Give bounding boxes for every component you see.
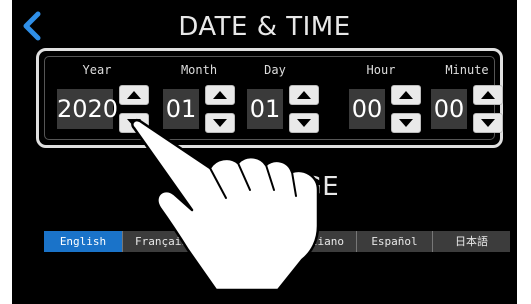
month-down-button[interactable]: [205, 113, 235, 133]
minute-label: Minute: [445, 63, 489, 77]
settings-screen: DATE & TIME Year 2020 Month 01 Day 01 Ho…: [12, 0, 517, 304]
month-value: 01: [163, 89, 199, 129]
page-title: DATE & TIME: [178, 12, 351, 42]
year-up-button[interactable]: [119, 85, 149, 105]
language-option-francais[interactable]: Français: [123, 231, 201, 252]
minute-up-button[interactable]: [473, 85, 503, 105]
pointing-hand-icon: [131, 119, 320, 292]
date-time-panel: Year 2020 Month 01 Day 01 Hour 00 Minute…: [36, 48, 503, 148]
arrow-down-icon: [127, 119, 141, 127]
language-option-deutsch[interactable]: Deutsch: [201, 231, 279, 252]
language-option-italiano[interactable]: Italiano: [279, 231, 357, 252]
day-down-button[interactable]: [289, 113, 319, 133]
language-selector: English Français Deutsch Italiano Españo…: [44, 231, 510, 252]
minute-down-button[interactable]: [473, 113, 503, 133]
language-title: LANGUAGE: [189, 172, 340, 202]
arrow-up-icon: [481, 91, 495, 99]
year-value: 2020: [57, 89, 118, 129]
arrow-up-icon: [213, 91, 227, 99]
year-label: Year: [82, 63, 112, 77]
arrow-down-icon: [481, 119, 495, 127]
day-up-button[interactable]: [289, 85, 319, 105]
language-option-japanese[interactable]: 日本語: [433, 231, 510, 252]
day-label: Day: [264, 63, 286, 77]
day-value: 01: [247, 89, 283, 129]
hour-down-button[interactable]: [391, 113, 421, 133]
hour-label: Hour: [366, 63, 396, 77]
month-label: Month: [180, 63, 218, 77]
hour-up-button[interactable]: [391, 85, 421, 105]
month-up-button[interactable]: [205, 85, 235, 105]
arrow-down-icon: [297, 119, 311, 127]
arrow-down-icon: [399, 119, 413, 127]
arrow-up-icon: [297, 91, 311, 99]
hour-value: 00: [349, 89, 385, 129]
year-down-button[interactable]: [119, 113, 149, 133]
arrow-down-icon: [213, 119, 227, 127]
minute-value: 00: [431, 89, 467, 129]
language-option-espanol[interactable]: Español: [357, 231, 433, 252]
language-option-english[interactable]: English: [44, 231, 123, 252]
arrow-up-icon: [127, 91, 141, 99]
arrow-up-icon: [399, 91, 413, 99]
